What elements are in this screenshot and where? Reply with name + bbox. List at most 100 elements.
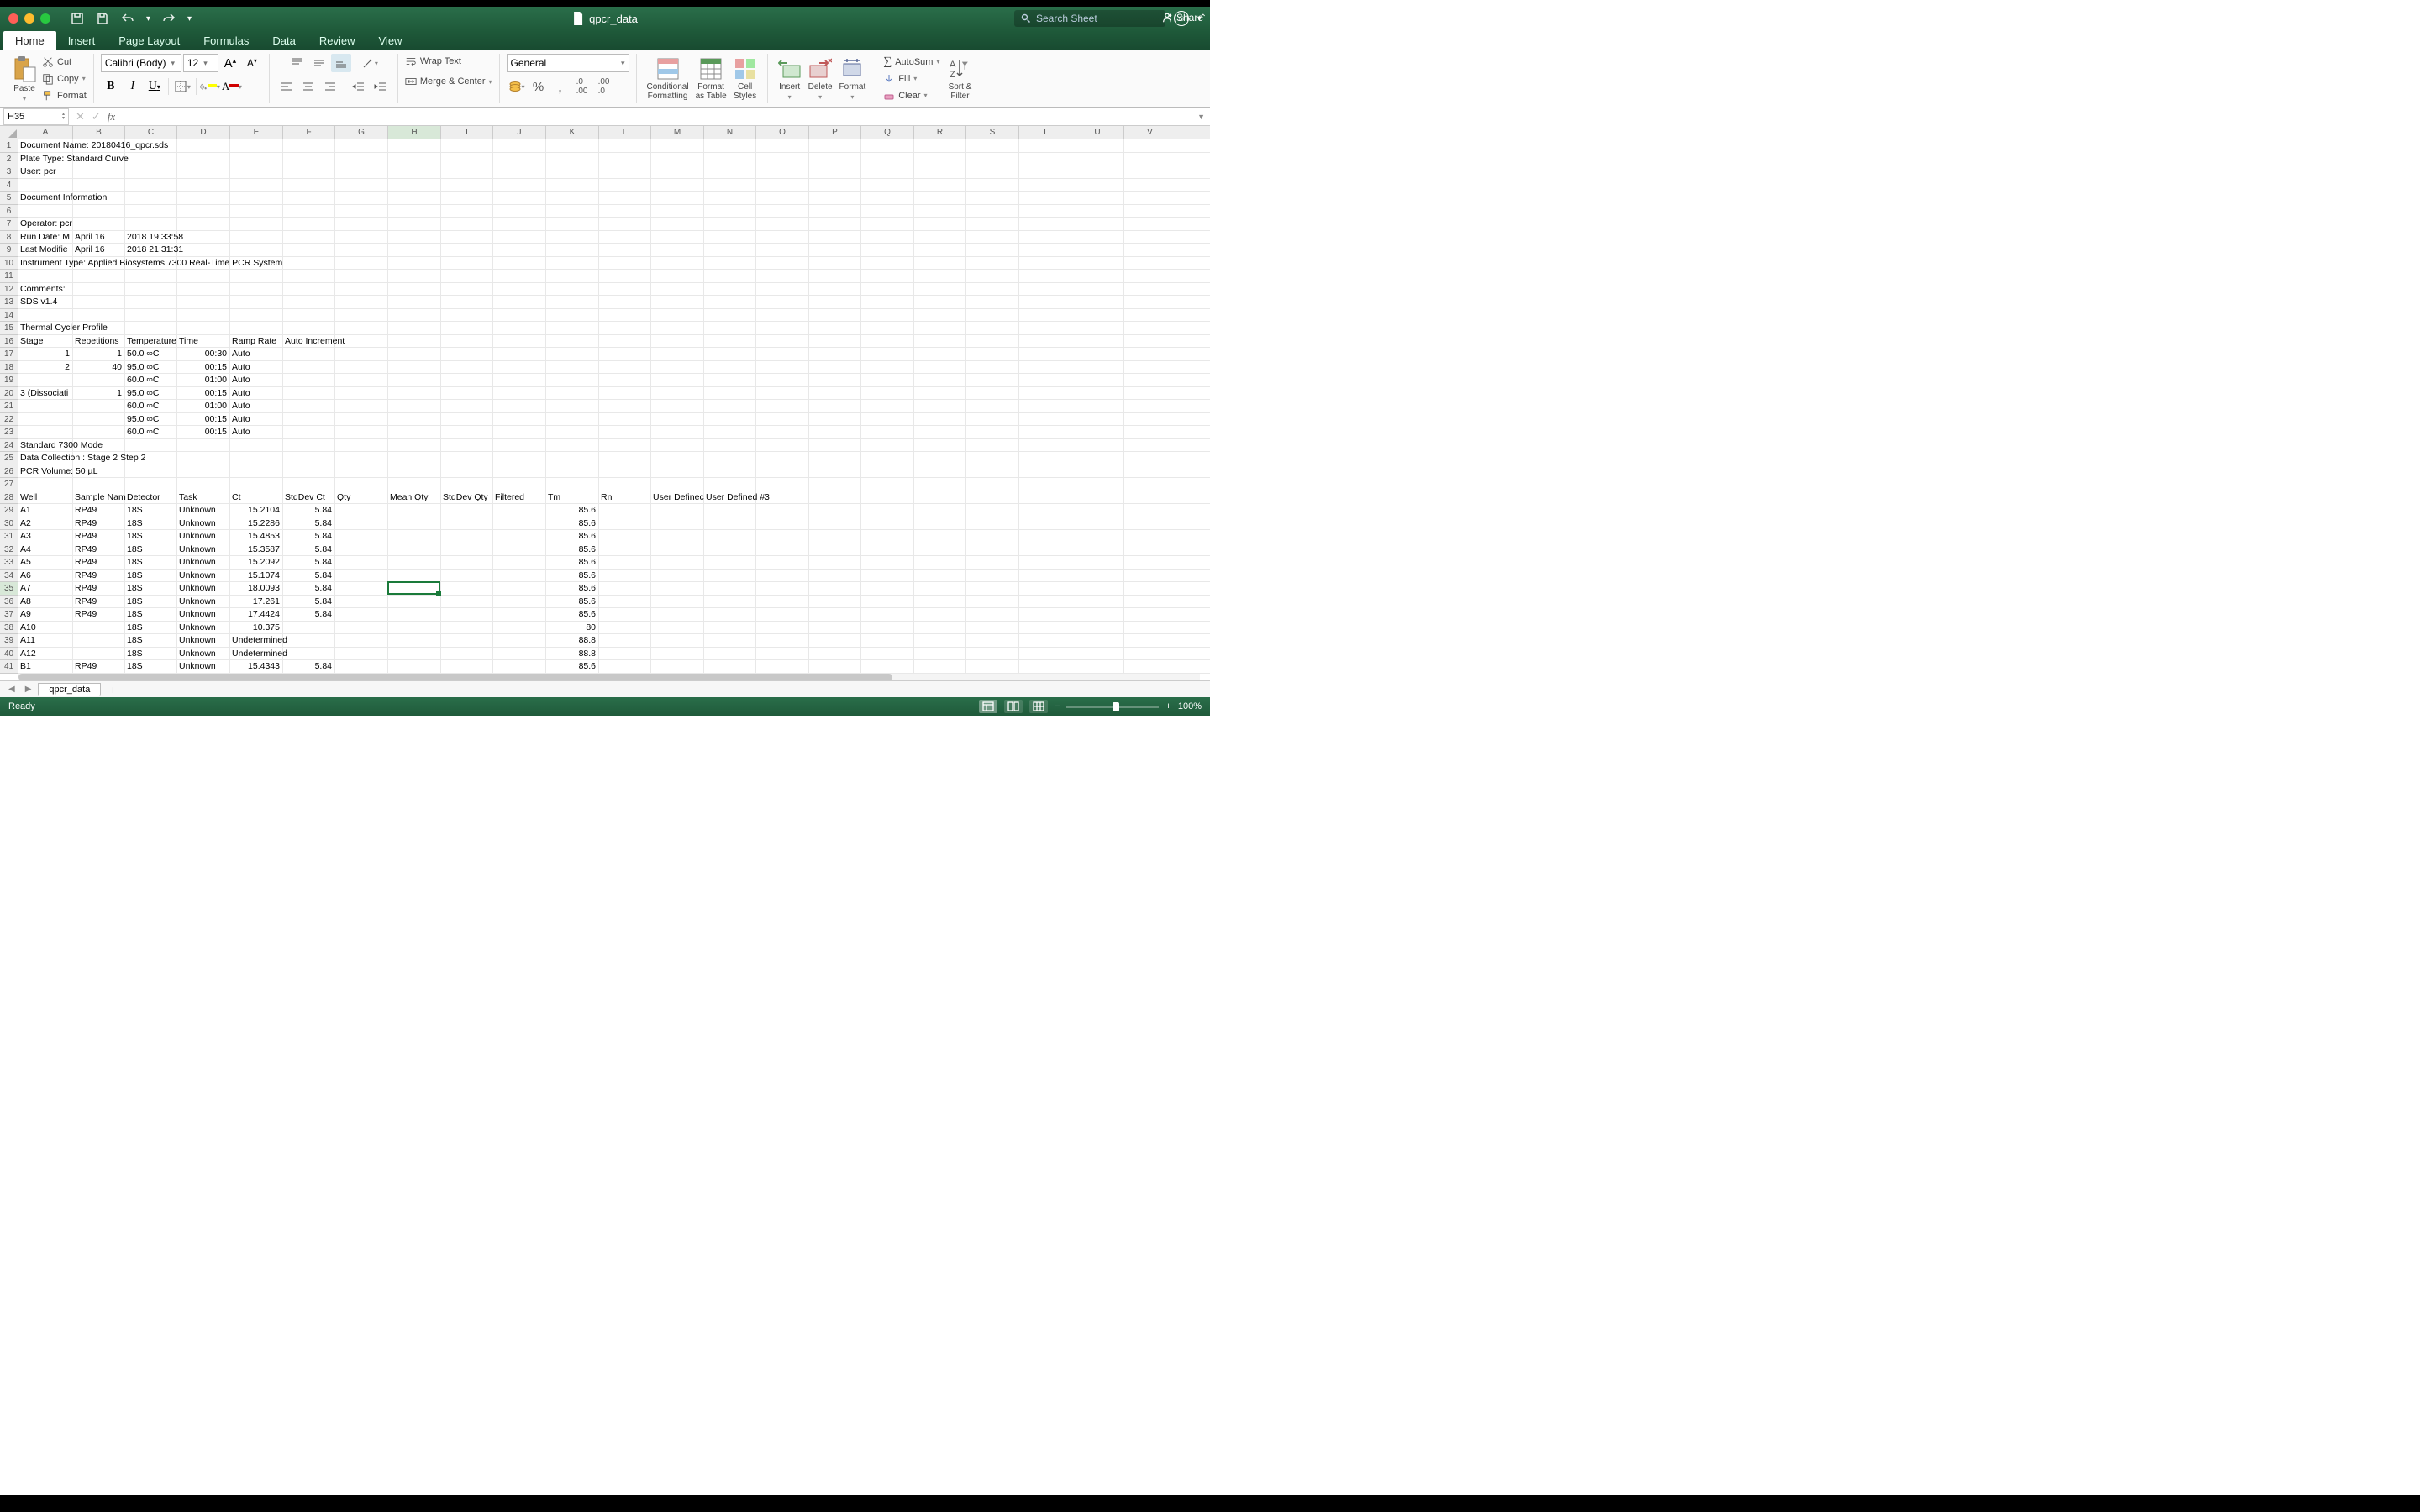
cell[interactable]: 85.6 xyxy=(546,660,597,674)
cell[interactable]: 88.8 xyxy=(546,648,597,661)
cell[interactable]: A7 xyxy=(18,582,71,596)
cell[interactable]: 95.0 ∞C xyxy=(125,387,176,401)
cell[interactable]: 15.4853 xyxy=(230,530,281,543)
cell[interactable]: RP49 xyxy=(73,660,124,674)
conditional-formatting-button[interactable]: Conditional Formatting xyxy=(644,57,692,101)
column-header[interactable]: D xyxy=(177,126,230,139)
row-header[interactable]: 12 xyxy=(0,283,18,297)
cell[interactable]: 00:15 xyxy=(177,413,229,427)
cell[interactable]: Document Information xyxy=(18,192,71,205)
font-size-select[interactable]: 12▾ xyxy=(183,54,218,72)
cell[interactable]: Mean Qty xyxy=(388,491,439,505)
cell[interactable]: Standard 7300 Mode xyxy=(18,439,71,453)
align-center-button[interactable] xyxy=(298,77,318,96)
accounting-button[interactable]: ▾ xyxy=(507,77,527,96)
tab-page-layout[interactable]: Page Layout xyxy=(107,31,192,50)
sheet-nav-next[interactable]: ▶ xyxy=(22,685,35,694)
number-format-select[interactable]: General▾ xyxy=(507,54,629,72)
cell[interactable]: 85.6 xyxy=(546,530,597,543)
row-header[interactable]: 21 xyxy=(0,400,18,413)
autosum-button[interactable]: ∑AutoSum▾ xyxy=(883,55,939,70)
row-header[interactable]: 9 xyxy=(0,244,18,257)
cancel-formula-icon[interactable]: ✕ xyxy=(76,110,85,123)
cell[interactable]: 60.0 ∞C xyxy=(125,400,176,413)
row-header[interactable]: 31 xyxy=(0,530,18,543)
cell[interactable]: 10.375 xyxy=(230,622,281,635)
increase-decimal-button[interactable]: .0.00 xyxy=(572,77,592,96)
cell[interactable]: Temperature xyxy=(125,335,176,349)
cell[interactable]: Undetermined xyxy=(230,648,281,661)
cell[interactable]: Repetitions xyxy=(73,335,124,349)
sheet-tab[interactable]: qpcr_data xyxy=(38,683,101,696)
cell[interactable]: 18S xyxy=(125,556,176,570)
increase-indent-button[interactable] xyxy=(371,77,391,96)
format-cells-button[interactable]: Format▾ xyxy=(836,57,870,101)
font-color-button[interactable]: A▾ xyxy=(222,77,242,96)
cell[interactable]: Auto xyxy=(230,426,281,439)
tab-review[interactable]: Review xyxy=(308,31,367,50)
cell[interactable]: 85.6 xyxy=(546,570,597,583)
close-window-button[interactable] xyxy=(8,13,18,24)
expand-formula-bar[interactable]: ▼ xyxy=(1192,113,1210,121)
cell[interactable]: 18S xyxy=(125,622,176,635)
cell[interactable]: RP49 xyxy=(73,556,124,570)
cell[interactable]: 18S xyxy=(125,504,176,517)
cell[interactable]: Last Modifie xyxy=(18,244,71,257)
cell[interactable]: Filtered xyxy=(493,491,544,505)
normal-view-button[interactable] xyxy=(979,700,997,713)
row-header[interactable]: 40 xyxy=(0,648,18,661)
column-header[interactable]: S xyxy=(966,126,1019,139)
cell[interactable]: Auto xyxy=(230,387,281,401)
cell[interactable]: Undetermined xyxy=(230,634,281,648)
cell[interactable]: Operator: pcr xyxy=(18,218,71,231)
zoom-window-button[interactable] xyxy=(40,13,50,24)
autosave-icon[interactable] xyxy=(71,12,84,25)
underline-button[interactable]: U▾ xyxy=(145,77,165,96)
format-as-table-button[interactable]: Format as Table xyxy=(692,57,730,101)
cell[interactable]: Tm xyxy=(546,491,597,505)
cell[interactable]: Auto xyxy=(230,348,281,361)
row-header[interactable]: 23 xyxy=(0,426,18,439)
row-header[interactable]: 6 xyxy=(0,205,18,218)
row-header[interactable]: 16 xyxy=(0,335,18,349)
copy-button[interactable]: Copy▾ xyxy=(42,71,87,87)
cell[interactable]: 01:00 xyxy=(177,374,229,387)
row-header[interactable]: 5 xyxy=(0,192,18,205)
row-header[interactable]: 36 xyxy=(0,596,18,609)
ribbon-collapse[interactable]: ⌃ xyxy=(1195,13,1212,23)
column-header[interactable]: U xyxy=(1071,126,1124,139)
cell[interactable]: 1 xyxy=(73,348,124,361)
cell[interactable]: Unknown xyxy=(177,556,229,570)
row-header[interactable]: 35 xyxy=(0,582,18,596)
search-sheet-input[interactable]: Search Sheet xyxy=(1014,10,1165,27)
row-header[interactable]: 15 xyxy=(0,322,18,335)
row-header[interactable]: 20 xyxy=(0,387,18,401)
row-header[interactable]: 4 xyxy=(0,179,18,192)
decrease-indent-button[interactable] xyxy=(349,77,369,96)
undo-icon[interactable] xyxy=(121,12,134,25)
cell[interactable]: Document Name: 20180416_qpcr.sds xyxy=(18,139,71,153)
align-left-button[interactable] xyxy=(276,77,297,96)
cell[interactable]: Auto Increment xyxy=(283,335,334,349)
cell[interactable]: User: pcr xyxy=(18,165,71,179)
cell[interactable]: SDS v1.4 xyxy=(18,296,71,309)
row-header[interactable]: 33 xyxy=(0,556,18,570)
row-header[interactable]: 26 xyxy=(0,465,18,479)
cell[interactable]: 00:30 xyxy=(177,348,229,361)
cell[interactable]: 5.84 xyxy=(283,543,334,557)
cell[interactable]: A5 xyxy=(18,556,71,570)
cell[interactable]: A4 xyxy=(18,543,71,557)
cell[interactable]: 18S xyxy=(125,582,176,596)
cell[interactable]: 5.84 xyxy=(283,582,334,596)
cell[interactable]: Ct xyxy=(230,491,281,505)
row-header[interactable]: 32 xyxy=(0,543,18,557)
row-header[interactable]: 39 xyxy=(0,634,18,648)
insert-cells-button[interactable]: Insert▾ xyxy=(775,57,805,101)
italic-button[interactable]: I xyxy=(123,77,143,96)
orientation-button[interactable]: ▾ xyxy=(360,54,380,72)
column-header[interactable]: A xyxy=(18,126,73,139)
cell[interactable]: Detector xyxy=(125,491,176,505)
cell[interactable]: RP49 xyxy=(73,543,124,557)
zoom-slider[interactable] xyxy=(1066,706,1159,708)
cell[interactable]: 18S xyxy=(125,648,176,661)
